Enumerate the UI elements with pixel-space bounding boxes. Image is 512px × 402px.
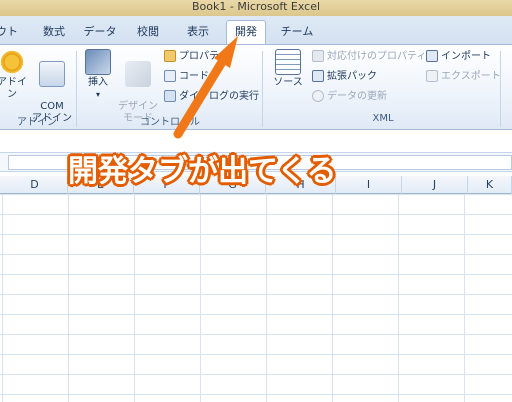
column-header-j[interactable]: J — [402, 176, 468, 194]
design-mode-icon — [125, 61, 151, 87]
import-button[interactable]: インポート — [426, 49, 491, 65]
tab-team[interactable]: チーム — [276, 22, 318, 44]
com-addins-icon — [39, 61, 65, 87]
expansion-pack-icon — [312, 70, 324, 82]
xml-source-icon — [275, 49, 301, 75]
column-header-i[interactable]: I — [336, 176, 402, 194]
export-icon — [426, 70, 438, 82]
import-icon — [426, 50, 438, 62]
map-properties-button[interactable]: 対応付けのプロパティ — [312, 49, 426, 65]
xml-source-button[interactable]: ソース — [268, 49, 308, 89]
window-titlebar: Book1 - Microsoft Excel — [0, 0, 512, 16]
addins-button[interactable]: アドイン — [0, 49, 30, 101]
toolbox-icon — [85, 49, 111, 75]
group-label-xml: XML — [372, 113, 394, 124]
column-header-k[interactable]: K — [468, 176, 512, 194]
export-button[interactable]: エクスポート — [426, 69, 501, 85]
insert-control-button[interactable]: 挿入 ▾ — [80, 49, 116, 101]
column-header-d[interactable]: D — [2, 176, 68, 194]
group-label-addins: アドイン — [17, 117, 57, 128]
expansion-pack-button[interactable]: 拡張パック — [312, 69, 377, 85]
group-separator — [76, 51, 77, 127]
refresh-icon — [312, 90, 324, 102]
gear-icon — [0, 49, 25, 75]
group-separator — [262, 51, 263, 127]
tab-review[interactable]: 校閲 — [130, 22, 166, 44]
worksheet-grid[interactable] — [0, 194, 512, 402]
annotation-arrow-icon — [173, 36, 238, 139]
group-separator — [500, 51, 501, 127]
map-properties-icon — [312, 50, 324, 62]
chevron-down-icon: ▾ — [95, 90, 100, 99]
tab-data[interactable]: データ — [80, 22, 120, 44]
refresh-data-button[interactable]: データの更新 — [312, 89, 387, 105]
tab-formulas[interactable]: 数式 — [36, 22, 72, 44]
window-title: Book1 - Microsoft Excel — [191, 0, 321, 13]
tab-page-layout[interactable]: ウト — [0, 22, 18, 44]
annotation-callout: 開発タブが出てくる — [68, 154, 337, 189]
